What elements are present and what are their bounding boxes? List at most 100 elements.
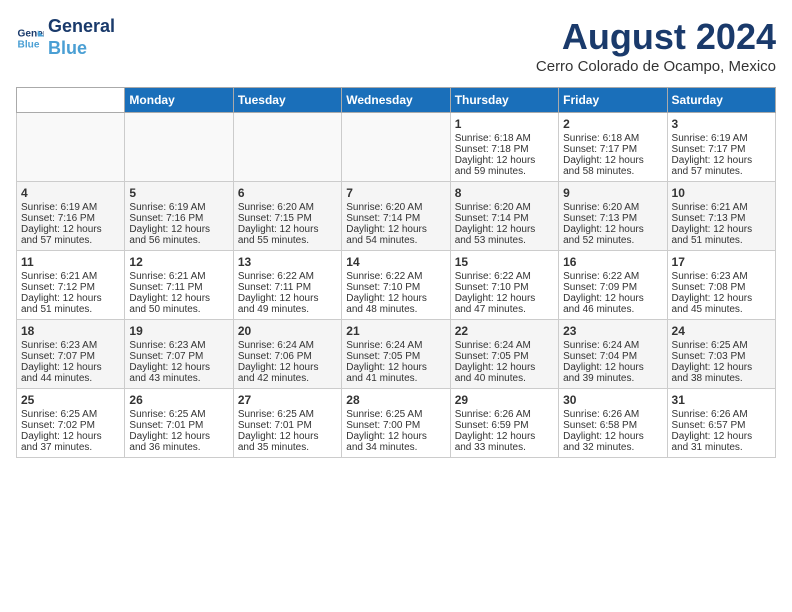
weekday-header: Monday <box>125 88 233 113</box>
day-info: Daylight: 12 hours <box>455 362 554 373</box>
calendar-cell: 30Sunrise: 6:26 AMSunset: 6:58 PMDayligh… <box>559 389 667 458</box>
day-info: Sunrise: 6:18 AM <box>455 133 554 144</box>
day-info: Sunset: 7:17 PM <box>672 144 771 155</box>
day-number: 13 <box>238 255 337 269</box>
day-info: Sunrise: 6:20 AM <box>563 202 662 213</box>
logo-icon: General Blue <box>16 24 44 52</box>
day-info: Sunrise: 6:25 AM <box>672 340 771 351</box>
day-info: Sunrise: 6:25 AM <box>346 409 445 420</box>
day-number: 23 <box>563 324 662 338</box>
calendar-cell: 28Sunrise: 6:25 AMSunset: 7:00 PMDayligh… <box>342 389 450 458</box>
calendar-cell: 25Sunrise: 6:25 AMSunset: 7:02 PMDayligh… <box>17 389 125 458</box>
day-number: 18 <box>21 324 120 338</box>
day-info: and 35 minutes. <box>238 442 337 453</box>
calendar-cell: 14Sunrise: 6:22 AMSunset: 7:10 PMDayligh… <box>342 251 450 320</box>
day-info: Sunset: 7:07 PM <box>129 351 228 362</box>
day-number: 28 <box>346 393 445 407</box>
day-info: and 49 minutes. <box>238 304 337 315</box>
day-info: Daylight: 12 hours <box>238 293 337 304</box>
day-info: Daylight: 12 hours <box>563 155 662 166</box>
calendar-cell <box>125 113 233 182</box>
day-info: Daylight: 12 hours <box>672 293 771 304</box>
day-info: Sunrise: 6:25 AM <box>129 409 228 420</box>
day-number: 3 <box>672 117 771 131</box>
day-info: Sunset: 7:18 PM <box>455 144 554 155</box>
day-info: Sunrise: 6:22 AM <box>238 271 337 282</box>
day-info: and 57 minutes. <box>21 235 120 246</box>
day-info: Daylight: 12 hours <box>129 431 228 442</box>
day-number: 12 <box>129 255 228 269</box>
day-info: and 33 minutes. <box>455 442 554 453</box>
day-info: Daylight: 12 hours <box>238 362 337 373</box>
day-info: Sunset: 7:13 PM <box>563 213 662 224</box>
logo: General Blue General Blue <box>16 16 115 59</box>
calendar-cell: 10Sunrise: 6:21 AMSunset: 7:13 PMDayligh… <box>667 182 775 251</box>
calendar-cell: 20Sunrise: 6:24 AMSunset: 7:06 PMDayligh… <box>233 320 341 389</box>
day-info: and 41 minutes. <box>346 373 445 384</box>
day-info: Sunset: 7:00 PM <box>346 420 445 431</box>
day-info: Sunset: 7:16 PM <box>129 213 228 224</box>
day-info: Sunset: 7:01 PM <box>129 420 228 431</box>
day-number: 26 <box>129 393 228 407</box>
day-number: 20 <box>238 324 337 338</box>
day-info: and 38 minutes. <box>672 373 771 384</box>
day-number: 24 <box>672 324 771 338</box>
day-number: 6 <box>238 186 337 200</box>
day-info: Sunset: 7:11 PM <box>238 282 337 293</box>
day-info: Daylight: 12 hours <box>129 293 228 304</box>
day-info: Sunset: 6:59 PM <box>455 420 554 431</box>
day-info: Daylight: 12 hours <box>129 224 228 235</box>
calendar-cell <box>17 113 125 182</box>
day-info: Daylight: 12 hours <box>238 431 337 442</box>
calendar-cell: 12Sunrise: 6:21 AMSunset: 7:11 PMDayligh… <box>125 251 233 320</box>
calendar-cell: 21Sunrise: 6:24 AMSunset: 7:05 PMDayligh… <box>342 320 450 389</box>
day-number: 2 <box>563 117 662 131</box>
day-info: Sunset: 7:14 PM <box>455 213 554 224</box>
day-info: and 58 minutes. <box>563 166 662 177</box>
calendar-header: SundayMondayTuesdayWednesdayThursdayFrid… <box>17 88 776 113</box>
calendar-cell <box>342 113 450 182</box>
day-info: Sunset: 7:15 PM <box>238 213 337 224</box>
calendar-week-row: 11Sunrise: 6:21 AMSunset: 7:12 PMDayligh… <box>17 251 776 320</box>
calendar-week-row: 1Sunrise: 6:18 AMSunset: 7:18 PMDaylight… <box>17 113 776 182</box>
day-info: and 51 minutes. <box>672 235 771 246</box>
day-info: and 48 minutes. <box>346 304 445 315</box>
day-number: 9 <box>563 186 662 200</box>
weekday-header: Thursday <box>450 88 558 113</box>
month-title: August 2024 <box>536 16 776 58</box>
day-info: Daylight: 12 hours <box>455 293 554 304</box>
logo-blue: Blue <box>48 38 115 60</box>
day-info: and 37 minutes. <box>21 442 120 453</box>
day-info: Sunset: 7:04 PM <box>563 351 662 362</box>
day-info: Sunrise: 6:18 AM <box>563 133 662 144</box>
day-info: Sunrise: 6:20 AM <box>455 202 554 213</box>
calendar-week-row: 25Sunrise: 6:25 AMSunset: 7:02 PMDayligh… <box>17 389 776 458</box>
calendar-cell: 11Sunrise: 6:21 AMSunset: 7:12 PMDayligh… <box>17 251 125 320</box>
day-info: and 31 minutes. <box>672 442 771 453</box>
day-info: Sunset: 7:03 PM <box>672 351 771 362</box>
calendar-cell: 7Sunrise: 6:20 AMSunset: 7:14 PMDaylight… <box>342 182 450 251</box>
day-info: Sunset: 7:14 PM <box>346 213 445 224</box>
day-number: 16 <box>563 255 662 269</box>
day-info: Sunrise: 6:19 AM <box>672 133 771 144</box>
day-info: Sunrise: 6:19 AM <box>21 202 120 213</box>
calendar-cell: 16Sunrise: 6:22 AMSunset: 7:09 PMDayligh… <box>559 251 667 320</box>
day-info: Sunset: 7:02 PM <box>21 420 120 431</box>
calendar-cell: 27Sunrise: 6:25 AMSunset: 7:01 PMDayligh… <box>233 389 341 458</box>
day-info: Daylight: 12 hours <box>21 293 120 304</box>
day-info: Sunset: 7:08 PM <box>672 282 771 293</box>
day-info: and 47 minutes. <box>455 304 554 315</box>
day-info: Daylight: 12 hours <box>21 431 120 442</box>
day-info: Sunrise: 6:21 AM <box>672 202 771 213</box>
day-info: Daylight: 12 hours <box>672 362 771 373</box>
location: Cerro Colorado de Ocampo, Mexico <box>536 58 776 75</box>
day-info: Sunrise: 6:23 AM <box>672 271 771 282</box>
day-info: Sunrise: 6:21 AM <box>21 271 120 282</box>
day-info: and 45 minutes. <box>672 304 771 315</box>
day-info: Sunset: 7:10 PM <box>346 282 445 293</box>
weekday-header: Sunday <box>17 88 125 113</box>
day-info: and 59 minutes. <box>455 166 554 177</box>
day-info: Daylight: 12 hours <box>672 224 771 235</box>
day-number: 31 <box>672 393 771 407</box>
day-number: 17 <box>672 255 771 269</box>
